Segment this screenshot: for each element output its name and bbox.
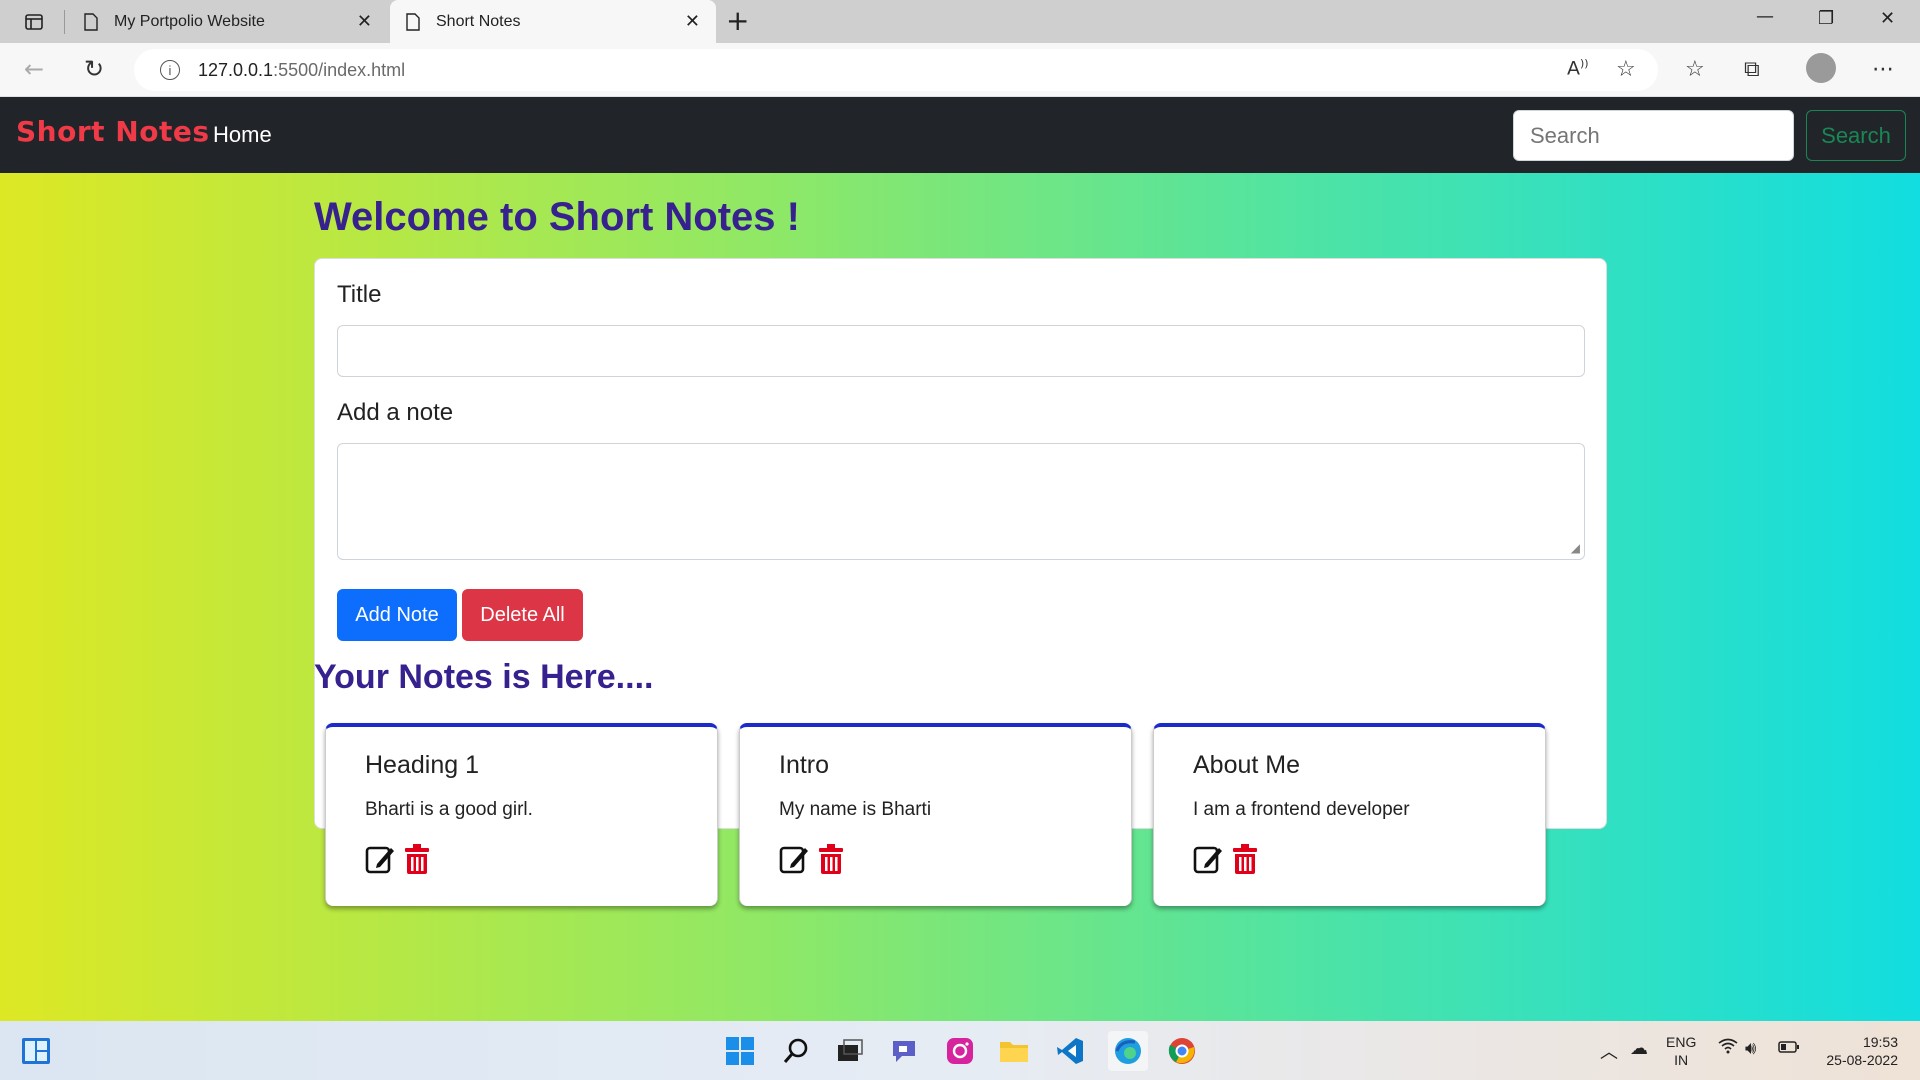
language-indicator[interactable]: ENG IN xyxy=(1666,1033,1696,1069)
teams-chat-icon[interactable] xyxy=(888,1035,920,1067)
new-tab-icon[interactable]: + xyxy=(726,7,749,35)
clock-date: 25-08-2022 xyxy=(1826,1052,1898,1068)
page-icon xyxy=(84,12,98,31)
site-info-icon[interactable]: i xyxy=(160,60,180,80)
wifi-icon[interactable] xyxy=(1718,1038,1738,1059)
note-body: I am a frontend developer xyxy=(1193,799,1410,820)
note-title: Intro xyxy=(779,751,830,779)
clock-time: 19:53 xyxy=(1862,1034,1898,1050)
tab-short-notes[interactable]: Short Notes ✕ xyxy=(390,0,716,43)
language-code: ENG xyxy=(1666,1034,1697,1050)
volume-icon[interactable]: 🔊︎ xyxy=(1745,1038,1756,1059)
tab-separator xyxy=(64,10,65,34)
favorites-icon[interactable]: ☆ xyxy=(1685,57,1705,82)
note-card: Heading 1 Bharti is a good girl. xyxy=(325,723,718,906)
page-title: Welcome to Short Notes ! xyxy=(314,195,800,239)
battery-icon[interactable] xyxy=(1778,1038,1800,1059)
nav-home-link[interactable]: Home xyxy=(213,122,272,148)
delete-all-button[interactable]: Delete All xyxy=(462,589,583,641)
note-card: About Me I am a frontend developer xyxy=(1153,723,1546,906)
note-label: Add a note xyxy=(337,399,454,426)
close-tab-icon[interactable]: ✕ xyxy=(685,11,700,32)
region-code: IN xyxy=(1674,1052,1689,1068)
restore-icon[interactable]: ❐ xyxy=(1818,8,1834,29)
note-title: Heading 1 xyxy=(365,751,479,779)
app-navbar: Short Notes Home Search xyxy=(0,97,1920,173)
page-icon xyxy=(406,12,420,31)
instagram-icon[interactable] xyxy=(944,1035,976,1067)
tab-title: Short Notes xyxy=(436,12,521,30)
minimize-icon[interactable]: — xyxy=(1756,6,1774,27)
url-path: :5500/index.html xyxy=(273,59,406,80)
file-explorer-icon[interactable] xyxy=(998,1035,1030,1067)
onedrive-icon[interactable]: ☁ xyxy=(1630,1038,1648,1059)
tab-actions-icon[interactable] xyxy=(20,8,48,36)
show-hidden-icons-icon[interactable]: ︿ xyxy=(1600,1038,1618,1064)
edit-icon[interactable] xyxy=(365,843,395,875)
browser-tab-strip: My Portpolio Website ✕ Short Notes ✕ + —… xyxy=(0,0,1920,43)
search-button[interactable]: Search xyxy=(1806,110,1906,161)
close-window-icon[interactable]: ✕ xyxy=(1880,8,1895,29)
note-textarea[interactable]: ◢ xyxy=(337,443,1585,560)
brand-logo[interactable]: Short Notes xyxy=(16,115,210,148)
delete-icon[interactable] xyxy=(404,843,430,875)
url-host: 127.0.0.1 xyxy=(198,59,274,80)
refresh-icon[interactable]: ↻ xyxy=(84,55,104,83)
widgets-icon[interactable] xyxy=(20,1035,52,1067)
back-icon[interactable]: ← xyxy=(24,55,44,83)
page-content: Welcome to Short Notes ! Title Add a not… xyxy=(0,173,1920,1021)
delete-icon[interactable] xyxy=(1232,843,1258,875)
chrome-icon[interactable] xyxy=(1166,1035,1198,1067)
tab-title: My Portpolio Website xyxy=(114,12,265,30)
title-input[interactable] xyxy=(337,325,1585,377)
profile-avatar[interactable] xyxy=(1806,53,1836,83)
notes-heading: Your Notes is Here.... xyxy=(314,658,654,696)
note-body: My name is Bharti xyxy=(779,799,932,820)
resize-grip-icon[interactable]: ◢ xyxy=(1571,541,1580,555)
address-bar: ← ↻ i 127.0.0.1:5500/index.html A)) ☆ ☆ … xyxy=(0,43,1920,97)
note-title: About Me xyxy=(1193,751,1301,779)
system-clock[interactable]: 19:53 25-08-2022 xyxy=(1812,1033,1898,1069)
vscode-icon[interactable] xyxy=(1054,1035,1086,1067)
collections-icon[interactable]: ⧉ xyxy=(1744,57,1760,82)
edit-icon[interactable] xyxy=(779,843,809,875)
read-aloud-icon[interactable]: A)) xyxy=(1567,57,1589,79)
note-body: Bharti is a good girl. xyxy=(365,799,533,820)
note-card: Intro My name is Bharti xyxy=(739,723,1132,906)
title-label: Title xyxy=(337,281,382,308)
edit-icon[interactable] xyxy=(1193,843,1223,875)
windows-start-icon[interactable] xyxy=(724,1035,756,1067)
tab-my-portfolio[interactable]: My Portpolio Website ✕ xyxy=(68,0,388,43)
more-options-icon[interactable]: ⋯ xyxy=(1872,57,1894,82)
url-field[interactable]: i 127.0.0.1:5500/index.html xyxy=(134,49,1658,91)
delete-icon[interactable] xyxy=(818,843,844,875)
close-tab-icon[interactable]: ✕ xyxy=(357,11,372,32)
edge-icon[interactable] xyxy=(1108,1031,1148,1071)
task-view-icon[interactable] xyxy=(834,1035,866,1067)
windows-taskbar: ︿ ☁ ENG IN 🔊︎ 19:53 25-08-2022 xyxy=(0,1021,1920,1080)
add-note-button[interactable]: Add Note xyxy=(337,589,457,641)
search-input[interactable] xyxy=(1513,110,1794,161)
search-icon[interactable] xyxy=(780,1035,812,1067)
add-favorite-icon[interactable]: ☆ xyxy=(1616,57,1636,82)
